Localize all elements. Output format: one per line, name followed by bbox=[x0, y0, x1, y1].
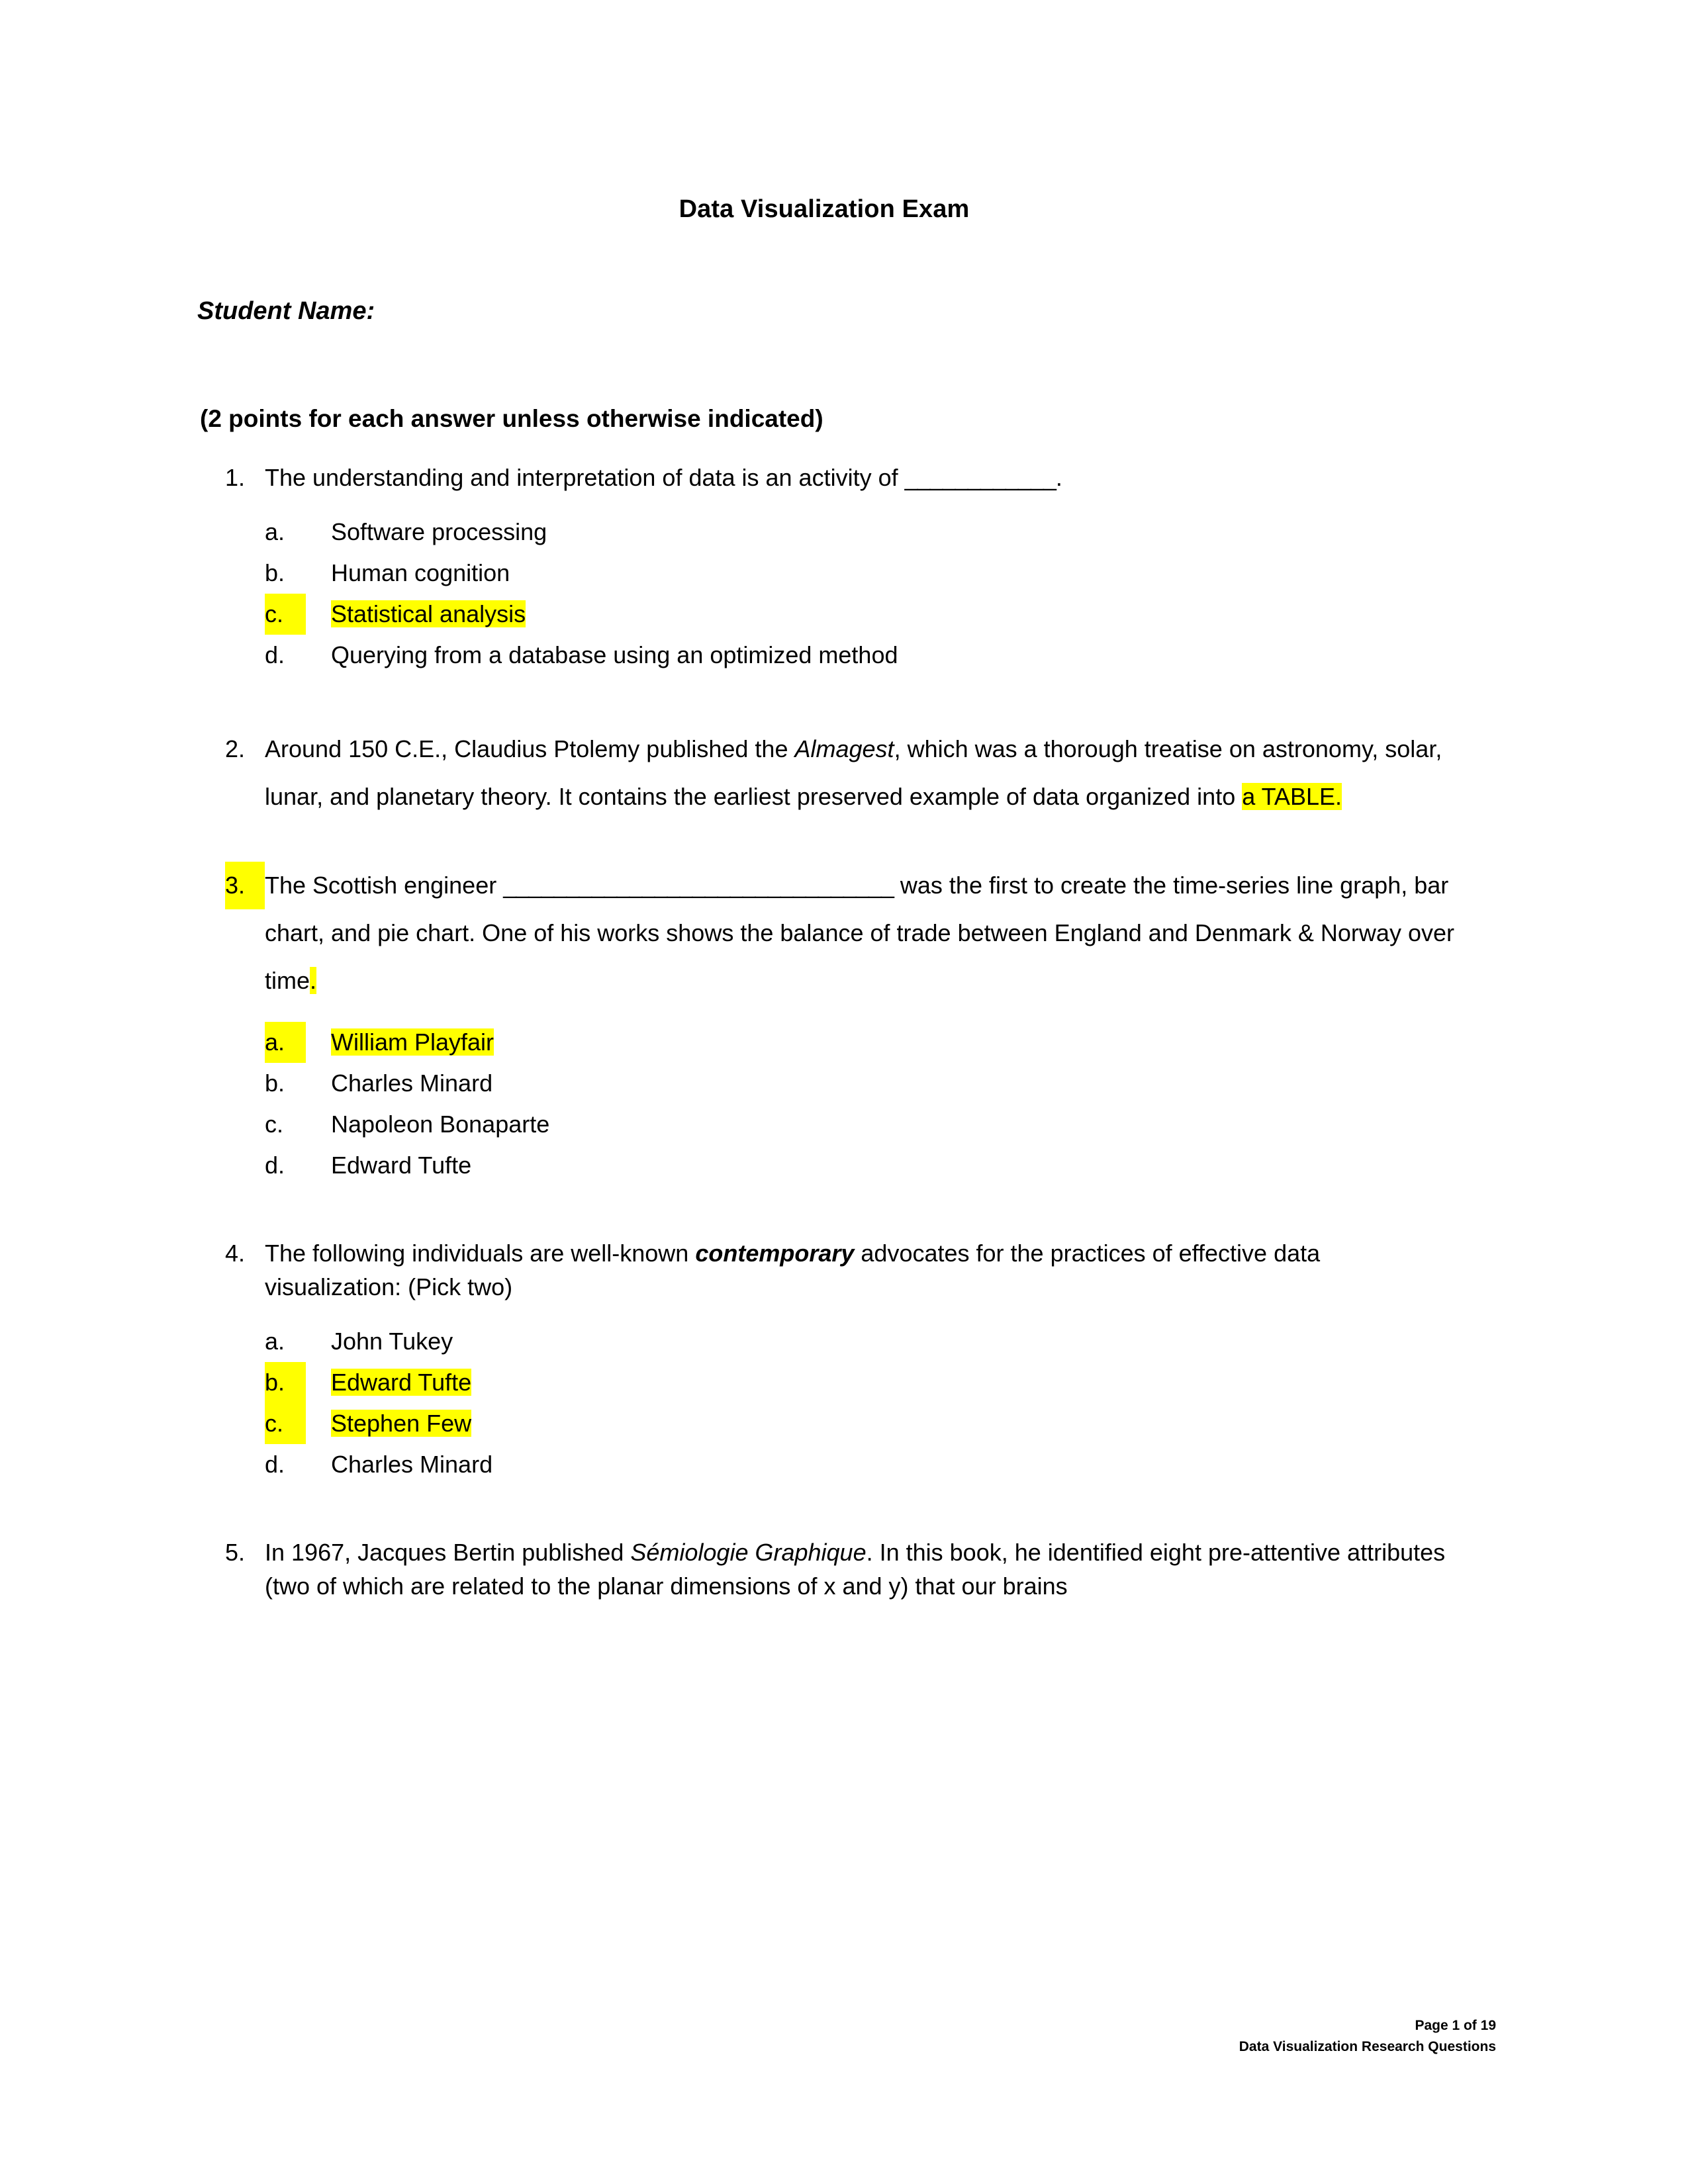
choice-marker-3d: d. bbox=[265, 1152, 285, 1179]
choice-marker-4a: a. bbox=[265, 1328, 285, 1355]
choice-label-4a: John Tukey bbox=[331, 1328, 453, 1355]
question-4-seg1: The following individuals are well-known bbox=[265, 1240, 696, 1267]
choice-item-1d[interactable]: d. Querying from a database using an opt… bbox=[265, 635, 1456, 676]
choice-marker-1d: d. bbox=[265, 641, 285, 668]
question-item-2: 2. Around 150 C.E., Claudius Ptolemy pub… bbox=[192, 725, 1456, 821]
choice-label-3a: William Playfair bbox=[331, 1028, 494, 1056]
choice-label-1c: Statistical analysis bbox=[331, 600, 526, 627]
document-page: Data Visualization Exam Student Name: (2… bbox=[0, 0, 1688, 2184]
question-text-4: The following individuals are well-known… bbox=[265, 1236, 1456, 1304]
question-4-bold-italic: contemporary bbox=[695, 1240, 855, 1267]
question-text-5: In 1967, Jacques Bertin published Sémiol… bbox=[265, 1535, 1456, 1603]
choice-marker-1b: b. bbox=[265, 559, 285, 586]
question-text-1: The understanding and interpretation of … bbox=[265, 461, 1456, 494]
page-title: Data Visualization Exam bbox=[679, 195, 970, 223]
question-3-seg1: The Scottish engineer bbox=[265, 872, 504, 899]
choice-marker-3c: c. bbox=[265, 1111, 284, 1138]
question-text-3: The Scottish engineer __________________… bbox=[265, 862, 1456, 1005]
choice-item-4a[interactable]: a. John Tukey bbox=[265, 1321, 1456, 1362]
choice-item-1b[interactable]: b. Human cognition bbox=[265, 553, 1456, 594]
choice-item-3d[interactable]: d. Edward Tufte bbox=[265, 1145, 1456, 1186]
question-2-highlighted-answer: a TABLE. bbox=[1242, 783, 1342, 811]
choice-marker-1c: c. bbox=[265, 593, 306, 635]
question-5-italic-title: Sémiologie Graphique bbox=[630, 1538, 867, 1566]
question-1-text-after: . bbox=[1055, 463, 1062, 491]
choice-label-4c: Stephen Few bbox=[331, 1410, 472, 1437]
choice-marker-3a: a. bbox=[265, 1022, 306, 1064]
question-text-2: Around 150 C.E., Claudius Ptolemy publis… bbox=[265, 725, 1456, 821]
choice-label-1d: Querying from a database using an optimi… bbox=[331, 641, 898, 668]
choice-marker-4c: c. bbox=[265, 1403, 306, 1444]
question-3-blank: _______________________________ bbox=[503, 872, 894, 899]
choice-item-3c[interactable]: c. Napoleon Bonaparte bbox=[265, 1104, 1456, 1145]
choice-item-1c[interactable]: c. Statistical analysis bbox=[265, 593, 1456, 635]
choice-label-4b: Edward Tufte bbox=[331, 1369, 472, 1396]
question-5-seg1: In 1967, Jacques Bertin published bbox=[265, 1538, 631, 1566]
question-3-highlighted-period: . bbox=[310, 967, 317, 995]
question-2-italic-title: Almagest bbox=[794, 735, 894, 763]
choice-item-3b[interactable]: b. Charles Minard bbox=[265, 1063, 1456, 1104]
choice-item-4b[interactable]: b. Edward Tufte bbox=[265, 1362, 1456, 1404]
page-footer: Page 1 of 19 Data Visualization Research… bbox=[900, 2015, 1496, 2057]
choice-label-3c: Napoleon Bonaparte bbox=[331, 1111, 550, 1138]
question-number-4: 4. bbox=[225, 1240, 246, 1267]
choice-list-3: a. William Playfair b. Charles Minard c.… bbox=[265, 1022, 1456, 1186]
question-item-5: 5. In 1967, Jacques Bertin published Sém… bbox=[192, 1535, 1456, 1603]
choice-item-4d[interactable]: d. Charles Minard bbox=[265, 1444, 1456, 1485]
choice-list-1: a. Software processing b. Human cognitio… bbox=[265, 512, 1456, 676]
choice-item-4c[interactable]: c. Stephen Few bbox=[265, 1403, 1456, 1444]
question-list: 1. The understanding and interpretation … bbox=[192, 461, 1456, 1603]
question-number-2: 2. bbox=[225, 735, 246, 763]
points-instruction: (2 points for each answer unless otherwi… bbox=[200, 404, 823, 432]
question-1-text-before: The understanding and interpretation of … bbox=[265, 463, 905, 491]
question-1-blank: ____________ bbox=[904, 463, 1056, 491]
question-item-1: 1. The understanding and interpretation … bbox=[192, 461, 1456, 676]
document-body: Data Visualization Exam Student Name: (2… bbox=[192, 0, 1456, 1603]
footer-page-number: Page 1 of 19 bbox=[1415, 2018, 1496, 2033]
question-item-4: 4. The following individuals are well-kn… bbox=[192, 1236, 1456, 1485]
choice-marker-4d: d. bbox=[265, 1450, 285, 1478]
choice-marker-3b: b. bbox=[265, 1069, 285, 1097]
question-2-seg1: Around 150 C.E., Claudius Ptolemy publis… bbox=[265, 735, 795, 763]
choice-list-4: a. John Tukey b. Edward Tufte c. Stephen… bbox=[265, 1321, 1456, 1485]
question-item-3: 3. The Scottish engineer _______________… bbox=[192, 862, 1456, 1186]
choice-label-3b: Charles Minard bbox=[331, 1069, 493, 1097]
question-number-1: 1. bbox=[225, 463, 246, 491]
footer-document-name: Data Visualization Research Questions bbox=[1239, 2038, 1496, 2054]
choice-item-3a[interactable]: a. William Playfair bbox=[265, 1022, 1456, 1064]
choice-label-4d: Charles Minard bbox=[331, 1450, 493, 1478]
choice-label-1b: Human cognition bbox=[331, 559, 510, 586]
choice-item-1a[interactable]: a. Software processing bbox=[265, 512, 1456, 553]
choice-label-1a: Software processing bbox=[331, 518, 547, 545]
student-name-label: Student Name: bbox=[197, 296, 375, 325]
question-number-3: 3. bbox=[225, 862, 265, 910]
choice-marker-1a: a. bbox=[265, 518, 285, 545]
choice-label-3d: Edward Tufte bbox=[331, 1152, 472, 1179]
question-number-5: 5. bbox=[225, 1538, 246, 1566]
choice-marker-4b: b. bbox=[265, 1362, 306, 1404]
